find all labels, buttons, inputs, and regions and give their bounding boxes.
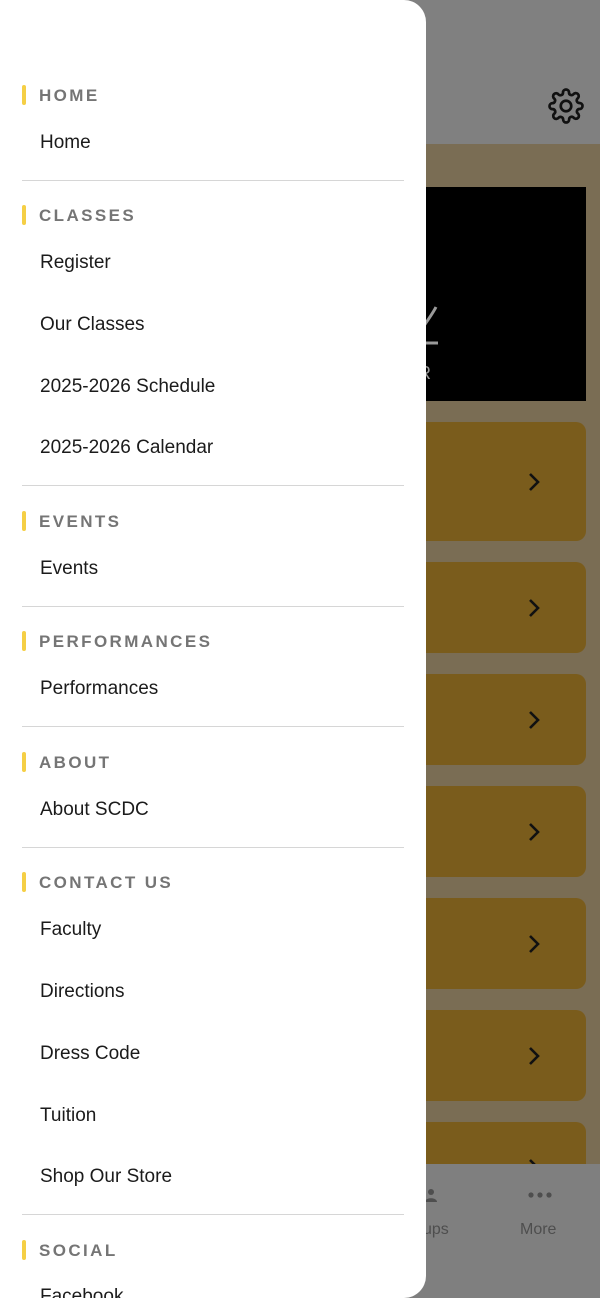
section-header: ABOUT — [22, 752, 404, 772]
tab-groups-label[interactable]: ups — [423, 1221, 449, 1239]
menu-item-performances[interactable]: Performances — [40, 678, 158, 700]
section-header: PERFORMANCES — [22, 631, 404, 651]
divider — [22, 1214, 404, 1215]
chevron-right-icon — [529, 823, 540, 841]
menu-item-facebook[interactable]: Facebook — [40, 1286, 123, 1298]
section-performances: PERFORMANCES Performances — [22, 631, 404, 711]
section-header: CONTACT US — [22, 872, 404, 892]
section-title: PERFORMANCES — [39, 632, 213, 651]
section-title: SOCIAL — [39, 1241, 118, 1260]
section-header: EVENTS — [22, 511, 404, 531]
divider — [22, 847, 404, 848]
divider — [22, 485, 404, 486]
section-accent-bar — [22, 511, 26, 531]
chevron-right-icon — [529, 935, 540, 953]
navigation-drawer: HOME Home CLASSES Register Our Classes 2… — [0, 0, 426, 1298]
menu-item-directions[interactable]: Directions — [40, 981, 124, 1003]
section-about: ABOUT About SCDC — [22, 752, 404, 832]
section-accent-bar — [22, 1240, 26, 1260]
menu-item-faculty[interactable]: Faculty — [40, 919, 101, 941]
menu-item-tuition[interactable]: Tuition — [40, 1105, 96, 1127]
section-title: CONTACT US — [39, 873, 174, 892]
section-social: SOCIAL Facebook — [22, 1240, 404, 1298]
chevron-right-icon — [529, 711, 540, 729]
section-accent-bar — [22, 631, 26, 651]
section-accent-bar — [22, 752, 26, 772]
gear-icon[interactable] — [548, 88, 584, 124]
menu-item-schedule[interactable]: 2025-2026 Schedule — [40, 376, 215, 398]
section-events: EVENTS Events — [22, 511, 404, 591]
menu-item-events[interactable]: Events — [40, 558, 98, 580]
section-accent-bar — [22, 872, 26, 892]
section-title: CLASSES — [39, 206, 137, 225]
section-title: ABOUT — [39, 753, 112, 772]
section-home: HOME Home — [22, 85, 404, 165]
section-contact-us: CONTACT US Faculty Directions Dress Code… — [22, 872, 404, 1202]
menu-item-about-scdc[interactable]: About SCDC — [40, 799, 149, 821]
divider — [22, 180, 404, 181]
divider — [22, 726, 404, 727]
section-accent-bar — [22, 205, 26, 225]
section-header: HOME — [22, 85, 404, 105]
section-classes: CLASSES Register Our Classes 2025-2026 S… — [22, 205, 404, 475]
tab-more-label[interactable]: More — [520, 1221, 556, 1239]
more-dots-icon[interactable] — [528, 1188, 552, 1202]
section-header: CLASSES — [22, 205, 404, 225]
section-title: EVENTS — [39, 512, 122, 531]
section-header: SOCIAL — [22, 1240, 404, 1260]
menu-item-register[interactable]: Register — [40, 252, 111, 274]
chevron-right-icon — [529, 1047, 540, 1065]
divider — [22, 606, 404, 607]
menu-item-dress-code[interactable]: Dress Code — [40, 1043, 140, 1065]
menu-item-calendar[interactable]: 2025-2026 Calendar — [40, 437, 213, 459]
chevron-right-icon — [529, 473, 540, 491]
section-accent-bar — [22, 85, 26, 105]
chevron-right-icon — [529, 599, 540, 617]
menu-item-home[interactable]: Home — [40, 132, 91, 154]
section-title: HOME — [39, 86, 100, 105]
menu-item-our-classes[interactable]: Our Classes — [40, 314, 145, 336]
menu-item-shop-our-store[interactable]: Shop Our Store — [40, 1166, 172, 1188]
